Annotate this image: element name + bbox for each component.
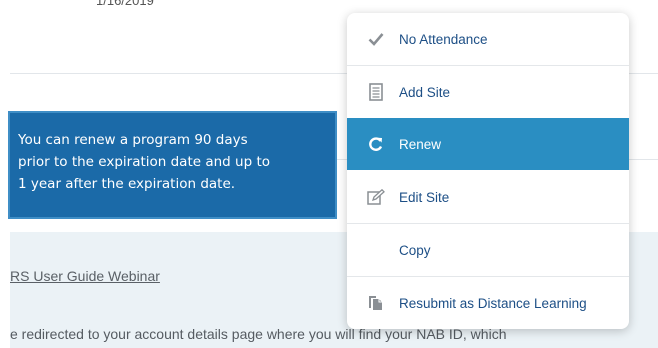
check-icon xyxy=(367,30,385,48)
tooltip-line: You can renew a program 90 days xyxy=(18,132,248,148)
context-menu: No Attendance Add Site Renew Edit Site C… xyxy=(347,13,629,329)
expiration-date-text: 1/16/2019 xyxy=(96,0,154,8)
menu-item-label: Renew xyxy=(399,136,442,152)
menu-item-no-attendance[interactable]: No Attendance xyxy=(347,13,629,65)
menu-item-label: Add Site xyxy=(399,84,451,100)
page: 1/16/2019 You can renew a program 90 day… xyxy=(0,0,658,348)
menu-item-copy[interactable]: Copy xyxy=(347,224,629,276)
tooltip-line: prior to the expiration date and up to xyxy=(18,154,271,170)
menu-item-label: No Attendance xyxy=(399,31,488,47)
menu-item-renew[interactable]: Renew xyxy=(347,118,629,170)
user-guide-webinar-link[interactable]: RS User Guide Webinar xyxy=(10,268,160,284)
document-icon xyxy=(367,83,385,101)
menu-item-resubmit-distance-learning[interactable]: Resubmit as Distance Learning xyxy=(347,277,629,329)
copy-icon xyxy=(367,294,385,312)
renew-tooltip: You can renew a program 90 days prior to… xyxy=(8,111,337,219)
edit-icon xyxy=(367,188,385,206)
menu-item-add-site[interactable]: Add Site xyxy=(347,66,629,118)
tooltip-line: 1 year after the expiration date. xyxy=(18,176,236,192)
menu-item-edit-site[interactable]: Edit Site xyxy=(347,171,629,223)
menu-item-label: Edit Site xyxy=(399,189,450,205)
refresh-icon xyxy=(367,135,385,153)
menu-item-label: Copy xyxy=(399,242,431,258)
menu-item-label: Resubmit as Distance Learning xyxy=(399,295,587,311)
